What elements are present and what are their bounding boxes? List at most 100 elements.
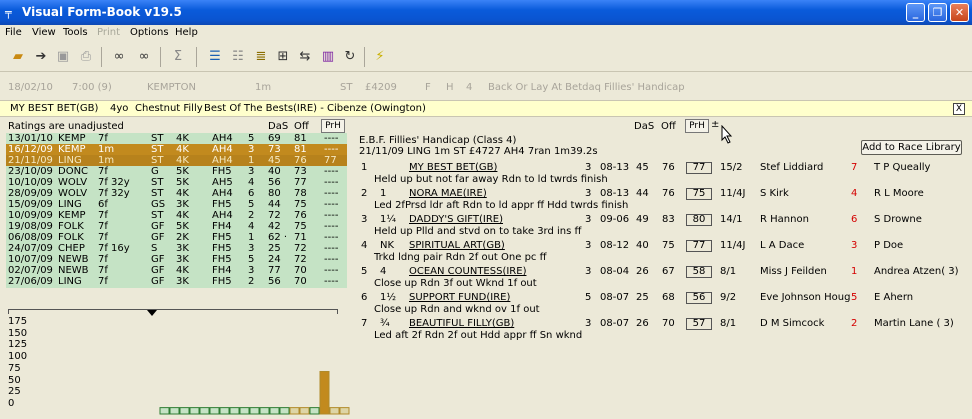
form-history-panel: Ratings are unadjusted DaS Off PrH 13/01… xyxy=(0,117,352,419)
grid-view-icon[interactable]: ☷ xyxy=(228,46,248,68)
race-going: ST xyxy=(340,82,353,93)
horse-breeding: Best Of The Bests(IRE) - Cibenze (Owingt… xyxy=(204,103,426,114)
runner-off: 67 xyxy=(662,266,675,277)
refresh-icon[interactable]: ↻ xyxy=(340,46,360,68)
chart-bar xyxy=(199,407,210,415)
runner-horse[interactable]: NORA MAE(IRE) xyxy=(409,187,487,201)
runner-comment: Led aft 2f Rdn 2f out Hdd appr ff Sn wkn… xyxy=(374,330,583,341)
runner-prh[interactable]: 57 xyxy=(686,318,712,330)
open-folder-icon[interactable]: ▰ xyxy=(8,46,28,68)
chart-bar xyxy=(179,407,190,415)
runner-trainer: L A Dace xyxy=(760,240,805,251)
sort-icon[interactable]: ± xyxy=(711,119,719,130)
menu-file[interactable]: File xyxy=(5,27,22,38)
runner-row[interactable]: 5 4 OCEAN COUNTESS(IRE) 3 08-04 26 67 58 8/1 Miss… xyxy=(352,265,972,279)
runner-horse[interactable]: MY BEST BET(GB) xyxy=(409,161,497,175)
runner-row[interactable]: 2 1 NORA MAE(IRE) 3 08-13 44 76 75 11/4J S Kirk 4 R… xyxy=(352,187,972,201)
close-bar-button[interactable]: X xyxy=(953,103,965,115)
race-name: Back Or Lay At Betdaq Fillies' Handicap xyxy=(488,82,685,93)
runner-comment: Held up but not far away Rdn to ld twrds… xyxy=(374,174,608,185)
runner-dist: 4 xyxy=(380,266,387,277)
runner-dist: NK xyxy=(380,240,395,251)
runner-off: 68 xyxy=(662,292,675,303)
transfer-icon[interactable]: ⇆ xyxy=(295,46,315,68)
runner-row[interactable]: 7 ¾ BEAUTIFUL FILLY(GB) 3 08-07 26 70 57 8/1 D M … xyxy=(352,317,972,331)
runner-prh[interactable]: 75 xyxy=(686,188,712,200)
chart-bar xyxy=(239,407,250,415)
runner-prh[interactable]: 56 xyxy=(686,292,712,304)
runner-pos: 6 xyxy=(361,292,368,303)
header-prh-button[interactable]: PrH xyxy=(685,119,709,133)
menu-options[interactable]: Options xyxy=(130,27,169,38)
chart-bar xyxy=(259,407,270,415)
runner-horse[interactable]: BEAUTIFUL FILLY(GB) xyxy=(409,317,514,331)
maximize-button[interactable]: ❐ xyxy=(928,3,947,22)
sigma-icon[interactable]: Σ xyxy=(168,46,188,68)
race-sex: F xyxy=(425,82,431,93)
runner-horse[interactable]: SUPPORT FUND(IRE) xyxy=(409,291,510,305)
menu-tools[interactable]: Tools xyxy=(63,27,88,38)
runner-trainer: D M Simcock xyxy=(760,318,825,329)
runner-pos: 7 xyxy=(361,318,368,329)
runner-comment: Led 2fPrsd ldr aft Rdn to ld appr ff Hdd… xyxy=(374,200,629,211)
race-subtitle: 21/11/09 LING 1m ST £4727 AH4 7ran 1m39.… xyxy=(359,146,598,157)
runner-age: 3 xyxy=(585,188,592,199)
runner-trainer: Stef Liddiard xyxy=(760,162,824,173)
runner-jockey: Martin Lane ( 3) xyxy=(874,318,954,329)
chart-bar xyxy=(209,407,220,415)
runner-row[interactable]: 3 1¼ DADDY'S GIFT(IRE) 3 09-06 49 83 80 14/1 R Ha… xyxy=(352,213,972,227)
chart-bar xyxy=(329,407,340,415)
chart-bar xyxy=(219,407,230,415)
toolbar: ▰ ➔ ▣ ⎙ ∞ ∞ Σ ☰ ☷ ≣ ⊞ ⇆ ▥ ↻ ⚡ xyxy=(0,42,972,72)
lightning-icon[interactable]: ⚡ xyxy=(370,46,390,68)
runner-das: 44 xyxy=(636,188,649,199)
app-icon: ╤ xyxy=(5,6,12,19)
runner-off: 70 xyxy=(662,318,675,329)
chart-bar xyxy=(319,370,330,415)
arrow-right-icon[interactable]: ➔ xyxy=(31,46,51,68)
race-result-panel: DaS Off PrH ± E.B.F. Fillies' Handicap (… xyxy=(352,117,972,419)
runner-sp: 14/1 xyxy=(720,214,743,225)
close-window-button[interactable]: ✕ xyxy=(950,3,969,22)
runner-wt: 08-07 xyxy=(600,318,630,329)
runner-off: 83 xyxy=(662,214,675,225)
runner-prh[interactable]: 80 xyxy=(686,214,712,226)
menu-help[interactable]: Help xyxy=(175,27,198,38)
runner-prh[interactable]: 77 xyxy=(686,240,712,252)
runner-comment: Held up Plld and stvd on to take 3rd ins… xyxy=(374,226,582,237)
runner-das: 45 xyxy=(636,162,649,173)
runner-row[interactable]: 1 MY BEST BET(GB) 3 08-13 45 76 77 15/2 Stef Lid… xyxy=(352,161,972,175)
chart-bar xyxy=(169,407,180,415)
add-to-race-library-button[interactable]: Add to Race Library xyxy=(861,140,962,155)
runner-horse[interactable]: OCEAN COUNTESS(IRE) xyxy=(409,265,526,279)
runner-jockey: P Doe xyxy=(874,240,904,251)
runner-horse[interactable]: SPIRITUAL ART(GB) xyxy=(409,239,505,253)
runner-row[interactable]: 4 NK SPIRITUAL ART(GB) 3 08-12 40 75 77 11/4J L A… xyxy=(352,239,972,253)
binoculars-icon[interactable]: ∞ xyxy=(109,46,129,68)
runner-trainer: Eve Johnson Houg xyxy=(760,292,851,303)
runner-sp: 15/2 xyxy=(720,162,743,173)
runner-off: 76 xyxy=(662,162,675,173)
ruler-icon[interactable]: ⊞ xyxy=(273,46,293,68)
menu-view[interactable]: View xyxy=(32,27,56,38)
runner-draw: 2 xyxy=(851,318,858,329)
runner-prh[interactable]: 58 xyxy=(686,266,712,278)
runner-dist: 1 xyxy=(380,188,387,199)
toolbar-separator xyxy=(160,47,161,67)
runner-row[interactable]: 6 1½ SUPPORT FUND(IRE) 5 08-07 25 68 56 9/2 Eve J… xyxy=(352,291,972,305)
runner-sp: 11/4J xyxy=(720,240,746,251)
bar-chart-icon[interactable]: ▥ xyxy=(318,46,338,68)
print-icon: ⎙ xyxy=(80,49,92,64)
runner-sp: 11/4J xyxy=(720,188,746,199)
list-view-icon[interactable]: ☰ xyxy=(205,46,225,68)
runner-prh[interactable]: 77 xyxy=(686,162,712,174)
notes-icon[interactable]: ≣ xyxy=(251,46,271,68)
save-icon: ▣ xyxy=(56,49,70,64)
runner-wt: 08-04 xyxy=(600,266,630,277)
binoculars-next-icon[interactable]: ∞ xyxy=(134,46,154,68)
runner-horse[interactable]: DADDY'S GIFT(IRE) xyxy=(409,213,503,227)
race-prize: £4209 xyxy=(365,82,397,93)
toolbar-separator xyxy=(101,47,102,67)
minimize-button[interactable]: _ xyxy=(906,3,925,22)
runner-trainer: R Hannon xyxy=(760,214,809,225)
